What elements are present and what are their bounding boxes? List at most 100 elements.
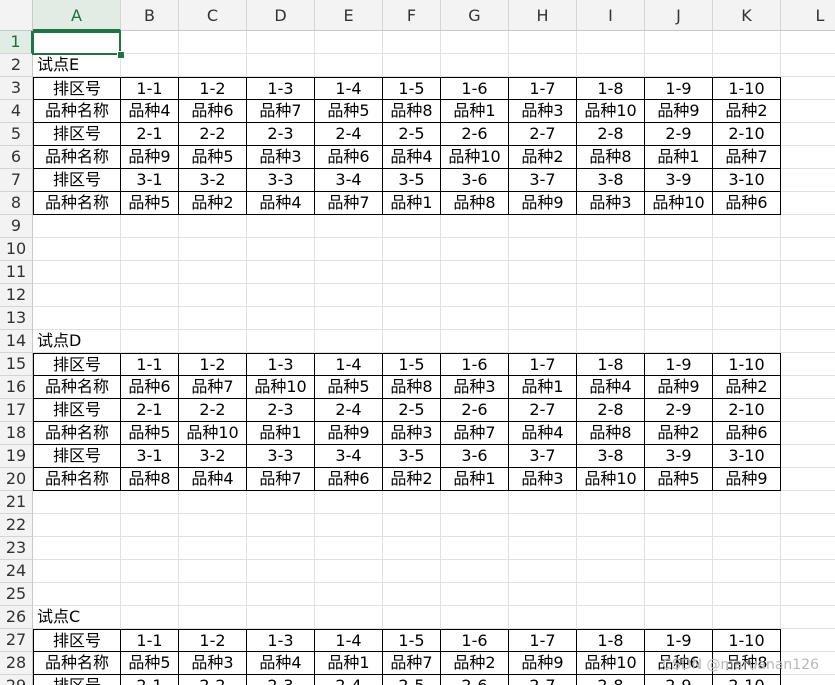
data-cell[interactable]: 品种6 (179, 100, 247, 123)
data-cell[interactable]: 品种9 (509, 652, 577, 675)
row-label-cell[interactable]: 排区号 (33, 123, 121, 146)
row-label-cell[interactable]: 品种名称 (33, 146, 121, 169)
data-cell[interactable]: 1-8 (577, 353, 645, 376)
row-header-25[interactable]: 25 (0, 583, 33, 606)
data-cell[interactable]: 1-3 (247, 353, 315, 376)
empty-cell[interactable] (781, 330, 835, 353)
empty-cell[interactable] (383, 514, 441, 537)
data-cell[interactable]: 1-3 (247, 77, 315, 100)
row-label-cell[interactable]: 排区号 (33, 353, 121, 376)
empty-cell[interactable] (645, 238, 713, 261)
empty-cell[interactable] (383, 560, 441, 583)
empty-cell[interactable] (441, 261, 509, 284)
empty-cell[interactable] (121, 307, 179, 330)
data-cell[interactable]: 2-7 (509, 675, 577, 685)
section-title[interactable]: 试点C (33, 606, 121, 629)
empty-cell[interactable] (441, 606, 509, 629)
data-cell[interactable]: 品种1 (383, 192, 441, 215)
data-cell[interactable]: 3-8 (577, 169, 645, 192)
empty-cell[interactable] (577, 54, 645, 77)
empty-cell[interactable] (781, 399, 835, 422)
empty-cell[interactable] (33, 560, 121, 583)
empty-cell[interactable] (713, 238, 781, 261)
data-cell[interactable]: 2-10 (713, 399, 781, 422)
empty-cell[interactable] (509, 537, 577, 560)
data-cell[interactable]: 1-9 (645, 629, 713, 652)
row-header-6[interactable]: 6 (0, 146, 33, 169)
data-cell[interactable]: 品种3 (179, 652, 247, 675)
data-cell[interactable]: 2-2 (179, 123, 247, 146)
data-cell[interactable]: 品种8 (383, 376, 441, 399)
empty-cell[interactable] (383, 491, 441, 514)
data-cell[interactable]: 品种6 (315, 468, 383, 491)
column-header-l[interactable]: L (781, 0, 835, 31)
empty-cell[interactable] (33, 261, 121, 284)
data-cell[interactable]: 3-3 (247, 445, 315, 468)
empty-cell[interactable] (179, 583, 247, 606)
empty-cell[interactable] (441, 284, 509, 307)
data-cell[interactable]: 品种5 (121, 192, 179, 215)
data-cell[interactable]: 2-6 (441, 123, 509, 146)
empty-cell[interactable] (509, 215, 577, 238)
empty-cell[interactable] (713, 491, 781, 514)
column-header-c[interactable]: C (179, 0, 247, 31)
data-cell[interactable]: 2-6 (441, 675, 509, 685)
row-header-29[interactable]: 29 (0, 675, 33, 685)
empty-cell[interactable] (315, 284, 383, 307)
empty-cell[interactable] (247, 238, 315, 261)
data-cell[interactable]: 2-9 (645, 399, 713, 422)
data-cell[interactable]: 品种10 (247, 376, 315, 399)
empty-cell[interactable] (713, 583, 781, 606)
empty-cell[interactable] (509, 54, 577, 77)
data-cell[interactable]: 2-3 (247, 399, 315, 422)
data-cell[interactable]: 3-8 (577, 445, 645, 468)
data-cell[interactable]: 2-4 (315, 123, 383, 146)
data-cell[interactable]: 品种7 (315, 192, 383, 215)
row-header-1[interactable]: 1 (0, 31, 33, 54)
row-header-12[interactable]: 12 (0, 284, 33, 307)
empty-cell[interactable] (577, 284, 645, 307)
empty-cell[interactable] (713, 514, 781, 537)
empty-cell[interactable] (179, 491, 247, 514)
empty-cell[interactable] (383, 261, 441, 284)
empty-cell[interactable] (781, 583, 835, 606)
data-cell[interactable]: 3-5 (383, 169, 441, 192)
data-cell[interactable]: 3-5 (383, 445, 441, 468)
data-cell[interactable]: 1-2 (179, 629, 247, 652)
empty-cell[interactable] (509, 261, 577, 284)
empty-cell[interactable] (383, 54, 441, 77)
empty-cell[interactable] (577, 330, 645, 353)
row-header-28[interactable]: 28 (0, 652, 33, 675)
empty-cell[interactable] (315, 215, 383, 238)
data-cell[interactable]: 1-6 (441, 77, 509, 100)
column-header-e[interactable]: E (315, 0, 383, 31)
empty-cell[interactable] (781, 560, 835, 583)
data-cell[interactable]: 品种3 (441, 376, 509, 399)
empty-cell[interactable] (33, 238, 121, 261)
empty-cell[interactable] (645, 31, 713, 54)
data-cell[interactable]: 2-5 (383, 399, 441, 422)
empty-cell[interactable] (645, 537, 713, 560)
data-cell[interactable]: 2-7 (509, 123, 577, 146)
data-cell[interactable]: 1-4 (315, 629, 383, 652)
empty-cell[interactable] (441, 54, 509, 77)
empty-cell[interactable] (645, 307, 713, 330)
data-cell[interactable]: 品种3 (247, 146, 315, 169)
data-cell[interactable]: 品种9 (645, 100, 713, 123)
empty-cell[interactable] (179, 261, 247, 284)
row-header-8[interactable]: 8 (0, 192, 33, 215)
data-cell[interactable]: 品种5 (121, 652, 179, 675)
row-header-23[interactable]: 23 (0, 537, 33, 560)
data-cell[interactable]: 品种2 (645, 422, 713, 445)
empty-cell[interactable] (645, 261, 713, 284)
empty-cell[interactable] (781, 629, 835, 652)
empty-cell[interactable] (315, 238, 383, 261)
empty-cell[interactable] (645, 491, 713, 514)
row-header-9[interactable]: 9 (0, 215, 33, 238)
data-cell[interactable]: 品种1 (441, 468, 509, 491)
column-header-i[interactable]: I (577, 0, 645, 31)
empty-cell[interactable] (121, 583, 179, 606)
data-cell[interactable]: 品种7 (247, 468, 315, 491)
data-cell[interactable]: 品种1 (441, 100, 509, 123)
empty-cell[interactable] (713, 215, 781, 238)
